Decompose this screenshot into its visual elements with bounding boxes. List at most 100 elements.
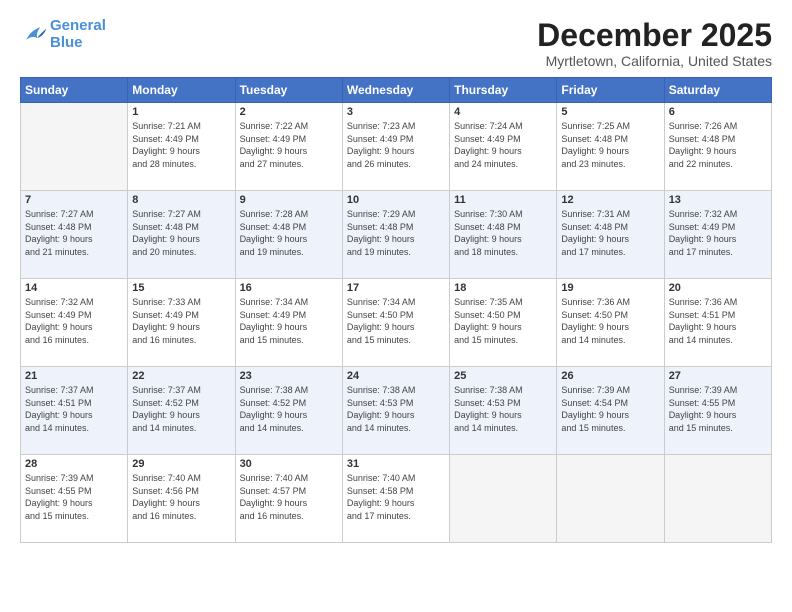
day-number: 17	[347, 282, 445, 294]
calendar-day-cell: 4Sunrise: 7:24 AM Sunset: 4:49 PM Daylig…	[450, 103, 557, 191]
day-number: 12	[561, 194, 659, 206]
day-number: 3	[347, 106, 445, 118]
calendar-day-cell	[450, 455, 557, 543]
day-info: Sunrise: 7:24 AM Sunset: 4:49 PM Dayligh…	[454, 120, 552, 170]
weekday-header: Wednesday	[342, 78, 449, 103]
day-number: 31	[347, 458, 445, 470]
weekday-header: Monday	[128, 78, 235, 103]
day-number: 22	[132, 370, 230, 382]
calendar-day-cell: 8 Sunrise: 7:27 AM Sunset: 4:48 PM Daylig…	[128, 191, 235, 279]
calendar-day-cell: 14 Sunrise: 7:32 AM Sunset: 4:49 PM Dayli…	[21, 279, 128, 367]
calendar-week-row: 21 Sunrise: 7:37 AM Sunset: 4:51 PM Dayli…	[21, 367, 772, 455]
day-info: Sunrise: 7:34 AM Sunset: 4:49 PM Dayligh…	[240, 296, 338, 346]
calendar-day-cell: 15Sunrise: 7:33 AM Sunset: 4:49 PM Dayli…	[128, 279, 235, 367]
day-info: Sunrise: 7:32 AM Sunset: 4:49 PM Dayligh…	[25, 296, 123, 346]
calendar-day-cell: 24 Sunrise: 7:38 AM Sunset: 4:53 PM Dayli…	[342, 367, 449, 455]
day-info: Sunrise: 7:34 AM Sunset: 4:50 PM Dayligh…	[347, 296, 445, 346]
day-info: Sunrise: 7:22 AM Sunset: 4:49 PM Dayligh…	[240, 120, 338, 170]
day-number: 8	[132, 194, 230, 206]
day-info: Sunrise: 7:39 AM Sunset: 4:55 PM Dayligh…	[669, 384, 767, 434]
logo-icon	[20, 24, 48, 46]
calendar-day-cell: 7Sunrise: 7:27 AM Sunset: 4:48 PM Daylig…	[21, 191, 128, 279]
header: General Blue December 2025 Myrtletown, C…	[20, 18, 772, 69]
calendar-day-cell: 23 Sunrise: 7:38 AM Sunset: 4:52 PM Dayli…	[235, 367, 342, 455]
calendar-day-cell: 1 Sunrise: 7:21 AM Sunset: 4:49 PM Daylig…	[128, 103, 235, 191]
day-number: 1	[132, 106, 230, 118]
day-info: Sunrise: 7:36 AM Sunset: 4:50 PM Dayligh…	[561, 296, 659, 346]
day-number: 18	[454, 282, 552, 294]
logo-line1: General	[50, 18, 106, 35]
day-number: 20	[669, 282, 767, 294]
day-info: Sunrise: 7:38 AM Sunset: 4:52 PM Dayligh…	[240, 384, 338, 434]
day-number: 16	[240, 282, 338, 294]
title-block: December 2025 Myrtletown, California, Un…	[537, 18, 772, 69]
day-number: 19	[561, 282, 659, 294]
day-info: Sunrise: 7:37 AM Sunset: 4:51 PM Dayligh…	[25, 384, 123, 434]
day-info: Sunrise: 7:27 AM Sunset: 4:48 PM Dayligh…	[132, 208, 230, 258]
day-info: Sunrise: 7:36 AM Sunset: 4:51 PM Dayligh…	[669, 296, 767, 346]
calendar-title: December 2025	[537, 18, 772, 53]
calendar-day-cell: 12Sunrise: 7:31 AM Sunset: 4:48 PM Dayli…	[557, 191, 664, 279]
calendar-day-cell: 31 Sunrise: 7:40 AM Sunset: 4:58 PM Dayli…	[342, 455, 449, 543]
day-number: 15	[132, 282, 230, 294]
calendar-day-cell: 25 Sunrise: 7:38 AM Sunset: 4:53 PM Dayli…	[450, 367, 557, 455]
day-info: Sunrise: 7:23 AM Sunset: 4:49 PM Dayligh…	[347, 120, 445, 170]
day-number: 11	[454, 194, 552, 206]
day-number: 21	[25, 370, 123, 382]
calendar-subtitle: Myrtletown, California, United States	[537, 53, 772, 69]
calendar-day-cell: 13Sunrise: 7:32 AM Sunset: 4:49 PM Dayli…	[664, 191, 771, 279]
weekday-header: Sunday	[21, 78, 128, 103]
day-info: Sunrise: 7:38 AM Sunset: 4:53 PM Dayligh…	[347, 384, 445, 434]
day-info: Sunrise: 7:25 AM Sunset: 4:48 PM Dayligh…	[561, 120, 659, 170]
day-number: 6	[669, 106, 767, 118]
day-info: Sunrise: 7:39 AM Sunset: 4:55 PM Dayligh…	[25, 472, 123, 522]
calendar-day-cell: 26 Sunrise: 7:39 AM Sunset: 4:54 PM Dayli…	[557, 367, 664, 455]
day-number: 10	[347, 194, 445, 206]
calendar-day-cell	[21, 103, 128, 191]
calendar-day-cell: 22 Sunrise: 7:37 AM Sunset: 4:52 PM Dayli…	[128, 367, 235, 455]
day-number: 26	[561, 370, 659, 382]
day-number: 9	[240, 194, 338, 206]
calendar-week-row: 7Sunrise: 7:27 AM Sunset: 4:48 PM Daylig…	[21, 191, 772, 279]
day-info: Sunrise: 7:29 AM Sunset: 4:48 PM Dayligh…	[347, 208, 445, 258]
day-info: Sunrise: 7:39 AM Sunset: 4:54 PM Dayligh…	[561, 384, 659, 434]
day-info: Sunrise: 7:30 AM Sunset: 4:48 PM Dayligh…	[454, 208, 552, 258]
day-info: Sunrise: 7:40 AM Sunset: 4:57 PM Dayligh…	[240, 472, 338, 522]
calendar-week-row: 1 Sunrise: 7:21 AM Sunset: 4:49 PM Daylig…	[21, 103, 772, 191]
day-number: 25	[454, 370, 552, 382]
day-number: 28	[25, 458, 123, 470]
calendar-day-cell: 19 Sunrise: 7:36 AM Sunset: 4:50 PM Dayli…	[557, 279, 664, 367]
calendar-week-row: 14 Sunrise: 7:32 AM Sunset: 4:49 PM Dayli…	[21, 279, 772, 367]
calendar-table: SundayMondayTuesdayWednesdayThursdayFrid…	[20, 77, 772, 543]
calendar-day-cell: 30 Sunrise: 7:40 AM Sunset: 4:57 PM Dayli…	[235, 455, 342, 543]
day-number: 30	[240, 458, 338, 470]
day-number: 27	[669, 370, 767, 382]
day-info: Sunrise: 7:37 AM Sunset: 4:52 PM Dayligh…	[132, 384, 230, 434]
calendar-day-cell: 5Sunrise: 7:25 AM Sunset: 4:48 PM Daylig…	[557, 103, 664, 191]
calendar-day-cell: 28 Sunrise: 7:39 AM Sunset: 4:55 PM Dayli…	[21, 455, 128, 543]
calendar-day-cell	[557, 455, 664, 543]
day-info: Sunrise: 7:28 AM Sunset: 4:48 PM Dayligh…	[240, 208, 338, 258]
calendar-day-cell: 18Sunrise: 7:35 AM Sunset: 4:50 PM Dayli…	[450, 279, 557, 367]
day-info: Sunrise: 7:32 AM Sunset: 4:49 PM Dayligh…	[669, 208, 767, 258]
day-info: Sunrise: 7:40 AM Sunset: 4:58 PM Dayligh…	[347, 472, 445, 522]
day-info: Sunrise: 7:21 AM Sunset: 4:49 PM Dayligh…	[132, 120, 230, 170]
day-number: 24	[347, 370, 445, 382]
day-number: 29	[132, 458, 230, 470]
page: General Blue December 2025 Myrtletown, C…	[0, 0, 792, 612]
weekday-header: Friday	[557, 78, 664, 103]
day-number: 2	[240, 106, 338, 118]
weekday-header: Tuesday	[235, 78, 342, 103]
day-number: 23	[240, 370, 338, 382]
calendar-day-cell: 6 Sunrise: 7:26 AM Sunset: 4:48 PM Daylig…	[664, 103, 771, 191]
calendar-day-cell: 11 Sunrise: 7:30 AM Sunset: 4:48 PM Dayli…	[450, 191, 557, 279]
day-info: Sunrise: 7:26 AM Sunset: 4:48 PM Dayligh…	[669, 120, 767, 170]
weekday-header: Thursday	[450, 78, 557, 103]
day-number: 14	[25, 282, 123, 294]
calendar-day-cell: 21 Sunrise: 7:37 AM Sunset: 4:51 PM Dayli…	[21, 367, 128, 455]
day-info: Sunrise: 7:38 AM Sunset: 4:53 PM Dayligh…	[454, 384, 552, 434]
calendar-day-cell: 10 Sunrise: 7:29 AM Sunset: 4:48 PM Dayli…	[342, 191, 449, 279]
calendar-week-row: 28 Sunrise: 7:39 AM Sunset: 4:55 PM Dayli…	[21, 455, 772, 543]
weekday-header: Saturday	[664, 78, 771, 103]
day-info: Sunrise: 7:40 AM Sunset: 4:56 PM Dayligh…	[132, 472, 230, 522]
